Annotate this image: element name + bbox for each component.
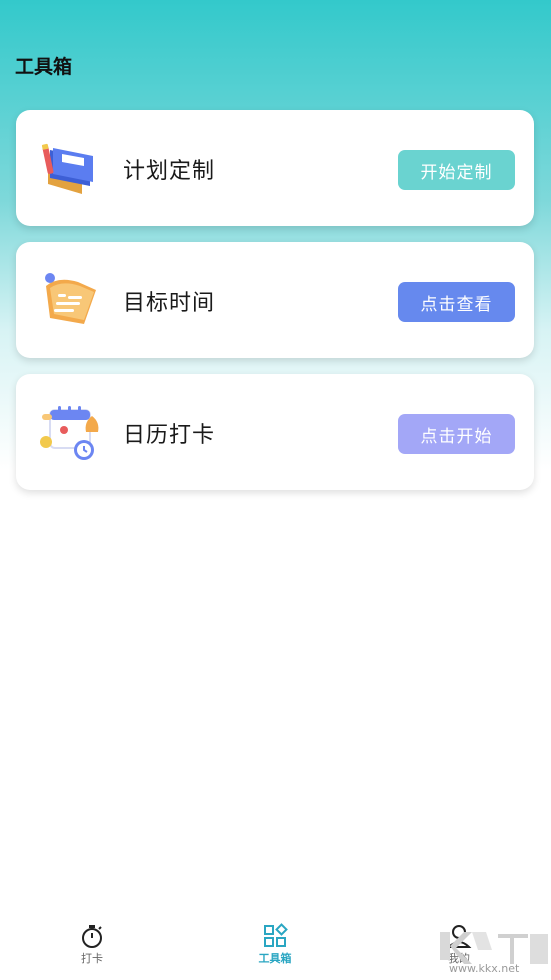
start-custom-button[interactable]: 开始定制 bbox=[398, 150, 515, 190]
calendar-icon bbox=[40, 406, 99, 460]
scroll-icon bbox=[45, 273, 96, 324]
notebook-icon bbox=[41, 143, 93, 194]
card-plan[interactable]: 计划定制 开始定制 bbox=[16, 110, 534, 226]
card-title: 计划定制 bbox=[123, 159, 216, 184]
view-button[interactable]: 点击查看 bbox=[398, 282, 515, 322]
stopwatch-icon bbox=[82, 925, 102, 948]
tab-label: 工具箱 bbox=[258, 952, 292, 965]
card-calendar-checkin[interactable]: 日历打卡 点击开始 bbox=[16, 374, 534, 490]
tab-checkin[interactable]: 打卡 bbox=[52, 923, 132, 966]
card-title: 日历打卡 bbox=[123, 423, 216, 448]
grid-icon bbox=[264, 923, 288, 947]
tab-label: 打卡 bbox=[81, 952, 103, 965]
card-title: 目标时间 bbox=[123, 291, 216, 316]
tab-toolbox[interactable]: 工具箱 bbox=[235, 923, 315, 966]
page-title: 工具箱 bbox=[15, 56, 73, 78]
card-goal-time[interactable]: 目标时间 点击查看 bbox=[16, 242, 534, 358]
start-button[interactable]: 点击开始 bbox=[398, 414, 515, 454]
watermark-text: www.kkx.net bbox=[449, 962, 520, 975]
